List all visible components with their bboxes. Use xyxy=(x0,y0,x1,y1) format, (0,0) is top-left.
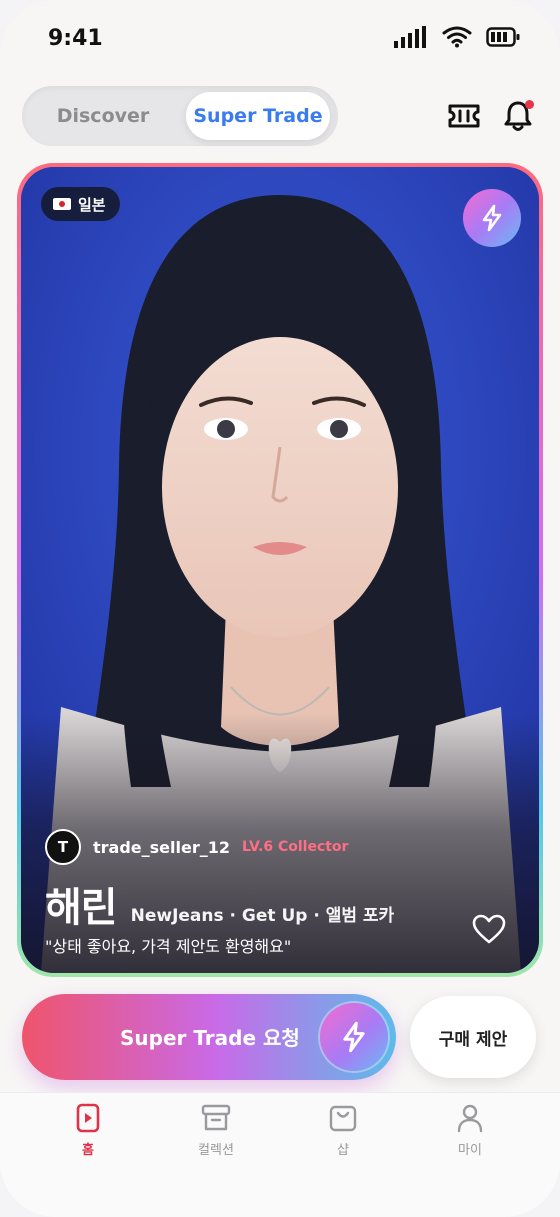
japan-flag-icon xyxy=(53,198,71,210)
super-trade-bolt xyxy=(320,1003,388,1071)
lightning-icon xyxy=(482,204,502,232)
super-trade-request-button[interactable]: Super Trade 요청 xyxy=(22,994,396,1080)
super-trade-request-label: Super Trade 요청 xyxy=(120,1026,300,1050)
app-screen: 9:41 Discover Super Trade 일본 T trade_sel… xyxy=(0,0,560,1217)
person-icon xyxy=(457,1104,483,1133)
buy-offer-button[interactable]: 구매 제안 xyxy=(410,996,536,1078)
ticket-button[interactable] xyxy=(444,96,484,136)
nav-label-shop: 샵 xyxy=(337,1143,349,1158)
status-time: 9:41 xyxy=(48,26,103,51)
like-button[interactable] xyxy=(469,909,509,949)
wifi-icon xyxy=(442,26,472,48)
nav-label-collection: 컬렉션 xyxy=(198,1143,234,1158)
status-icons xyxy=(394,26,520,48)
nav-item-collection[interactable]: 컬렉션 xyxy=(176,1103,256,1158)
card-title-row: 해린 NewJeans · Get Up · 앨범 포카 xyxy=(45,875,394,933)
nav-item-shop[interactable]: 샵 xyxy=(303,1103,383,1158)
notification-dot xyxy=(525,100,534,109)
seller-comment: "상태 좋아요, 가격 제안도 환영해요" xyxy=(45,937,292,956)
nav-label-my: 마이 xyxy=(458,1143,482,1158)
country-badge: 일본 xyxy=(41,187,120,221)
lightning-icon xyxy=(343,1021,365,1053)
archive-box-icon xyxy=(201,1104,231,1131)
super-trade-badge[interactable] xyxy=(463,189,521,247)
ticket-icon xyxy=(448,104,480,128)
notification-button[interactable] xyxy=(498,96,538,136)
country-label: 일본 xyxy=(78,195,106,214)
battery-icon xyxy=(486,27,520,47)
tab-discover[interactable]: Discover xyxy=(34,92,172,140)
heart-icon xyxy=(472,914,506,944)
trade-card-frame: 일본 T trade_seller_12 LV.6 Collector 해린 N… xyxy=(17,163,543,977)
mode-switch: Discover Super Trade xyxy=(22,86,338,146)
seller-name[interactable]: trade_seller_12 xyxy=(93,838,230,857)
home-play-icon xyxy=(76,1103,100,1133)
shopping-bag-icon xyxy=(329,1105,357,1132)
status-bar: 9:41 xyxy=(0,0,560,80)
nav-item-home[interactable]: 홈 xyxy=(48,1103,128,1158)
card-title: 해린 xyxy=(45,885,118,931)
card-subtitle: NewJeans · Get Up · 앨범 포카 xyxy=(130,906,395,926)
seller-level-badge: LV.6 Collector xyxy=(242,839,349,855)
tab-super-trade[interactable]: Super Trade xyxy=(186,92,330,140)
nav-item-my[interactable]: 마이 xyxy=(430,1103,510,1158)
nav-label-home: 홈 xyxy=(82,1143,94,1158)
signal-icon xyxy=(394,26,426,48)
seller-avatar[interactable]: T xyxy=(45,829,81,865)
trade-card[interactable]: 일본 T trade_seller_12 LV.6 Collector 해린 N… xyxy=(21,167,539,973)
seller-info[interactable]: T trade_seller_12 LV.6 Collector xyxy=(45,829,348,865)
bottom-nav: 홈 컬렉션 샵 마이 xyxy=(0,1092,560,1217)
